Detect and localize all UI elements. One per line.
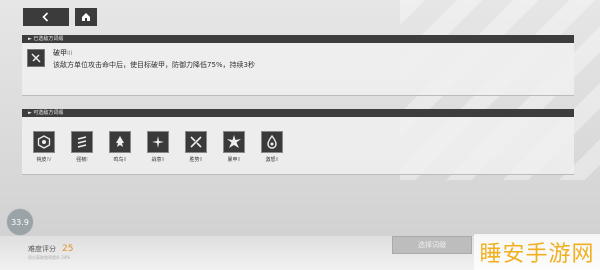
home-button[interactable] [75,8,97,26]
triple-slash-icon [71,131,93,153]
watermark-text: 睡安手游网 [479,242,595,267]
flame-drop-icon [261,131,283,153]
bird-ship-icon [109,131,131,153]
shield-break-icon[interactable] [27,49,45,67]
affix-option-mingniao[interactable]: 鸣鸟II [108,131,132,163]
affix-option-label: 鸣鸟II [113,157,127,163]
affix-option-label: 战意II [151,157,165,163]
affix-option-shengshi[interactable]: 胜势II [184,131,208,163]
site-watermark: 睡安手游网 [474,234,600,270]
affix-option-label: 强韧I [76,157,88,163]
selected-affix-panel: ► 已选敌方词缀 破甲III 该敌方单位攻击命中后，使目标破甲，防御力降低75%… [22,35,574,96]
timer-badge: 33.9 [6,208,34,236]
selected-affix-body: 破甲III 该敌方单位攻击命中后，使目标破甲，防御力降低75%，持续3秒 [22,43,574,96]
affix-options-list: 钝皮IV 强韧I 鸣鸟II 战意II 胜势II 暴甲II 激怒II [22,117,574,175]
score-value: 25 [62,244,74,254]
affix-option-label: 钝皮IV [36,157,52,163]
affix-option-baojia[interactable]: 暴甲II [222,131,246,163]
affix-name-text: 破甲 [53,49,67,57]
back-button[interactable] [23,8,69,26]
crossed-sword-icon [185,131,207,153]
arrow-left-icon [42,12,49,22]
hexagon-shield-icon [33,131,55,153]
options-panel-title: ► 可选敌方词缀 [28,110,64,116]
affix-description: 该敌方单位攻击命中后，使目标破甲，防御力降低75%，持续3秒 [53,61,256,69]
home-icon [82,13,90,21]
affix-option-label: 胜势II [189,157,203,163]
affix-option-zhanyi[interactable]: 战意II [146,131,170,163]
burst-flower-icon [147,131,169,153]
affix-option-qiangren[interactable]: 强韧I [70,131,94,163]
affix-option-jinu[interactable]: 激怒II [260,131,284,163]
affix-option-label: 暴甲II [227,157,241,163]
affix-level: III [67,50,73,57]
top-nav [23,8,97,26]
selected-panel-header: ► 已选敌方词缀 [22,35,574,43]
available-affix-panel: ► 可选敌方词缀 钝皮IV 强韧I 鸣鸟II 战意II 胜势II 暴甲II 激怒… [22,109,574,175]
affix-option-dunpi[interactable]: 钝皮IV [32,131,56,163]
score-subtext: 积分获取效率提升 24% [28,255,71,260]
selected-affix-name: 破甲III [53,48,72,58]
affix-option-label: 激怒II [265,157,279,163]
difficulty-score: 难度评分 25 [28,244,73,254]
score-label: 难度评分 [28,245,56,253]
spike-burst-icon [223,131,245,153]
select-affix-button[interactable]: 选择词缀 [392,236,472,254]
selected-panel-title: ► 已选敌方词缀 [28,36,64,42]
options-panel-header: ► 可选敌方词缀 [22,109,574,117]
